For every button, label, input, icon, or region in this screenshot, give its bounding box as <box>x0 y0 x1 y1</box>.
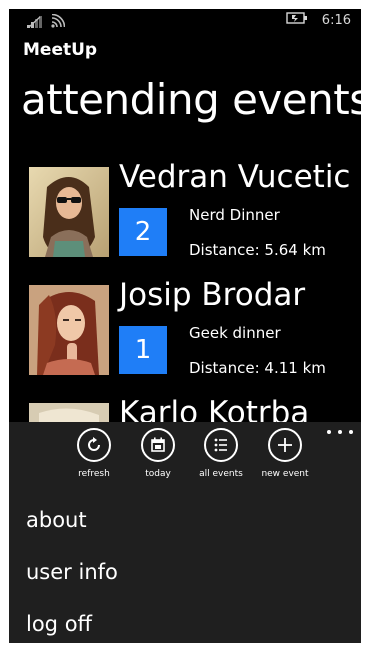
avatar <box>29 285 109 375</box>
attendee-count-tile: 1 <box>119 326 167 374</box>
event-distance: Distance: 4.11 km <box>189 359 326 377</box>
add-icon <box>268 428 302 462</box>
status-time: 6:16 <box>321 12 351 28</box>
list-item[interactable]: Vedran Vucetic 2 Nerd Dinner Distance: 5… <box>9 159 361 279</box>
today-button[interactable]: today <box>127 428 189 479</box>
page-title: attending events <box>21 75 361 124</box>
all-events-label: all events <box>199 469 243 479</box>
menu-item-user-info[interactable]: user info <box>26 560 118 584</box>
event-distance: Distance: 5.64 km <box>189 241 326 259</box>
menu-item-about[interactable]: about <box>26 508 87 532</box>
status-bar: 6:16 <box>9 9 361 31</box>
wifi-icon <box>51 13 66 32</box>
all-events-button[interactable]: all events <box>190 428 252 479</box>
signal-icon <box>27 13 43 32</box>
event-name: Josip Brodar <box>119 277 306 313</box>
new-event-button[interactable]: new event <box>254 428 316 479</box>
avatar <box>29 167 109 257</box>
phone-screen: 6:16 MeetUp attending events Vedran Vuce… <box>9 9 361 643</box>
app-title: MeetUp <box>23 40 98 60</box>
event-type: Nerd Dinner <box>189 206 280 224</box>
calendar-icon <box>141 428 175 462</box>
status-right: 6:16 <box>286 12 351 28</box>
status-left <box>27 13 66 32</box>
app-bar: refresh today all events new event about… <box>9 422 361 643</box>
refresh-button[interactable]: refresh <box>63 428 125 479</box>
ellipsis-icon[interactable] <box>327 426 353 438</box>
event-type: Geek dinner <box>189 324 281 342</box>
app-bar-buttons: refresh today all events new event <box>9 422 361 494</box>
refresh-label: refresh <box>78 469 110 479</box>
refresh-icon <box>77 428 111 462</box>
event-name: Vedran Vucetic <box>119 159 351 195</box>
list-icon <box>204 428 238 462</box>
attendee-count-tile: 2 <box>119 208 167 256</box>
menu-item-log-off[interactable]: log off <box>26 612 92 636</box>
list-item[interactable]: Josip Brodar 1 Geek dinner Distance: 4.1… <box>9 277 361 397</box>
new-event-label: new event <box>261 469 309 479</box>
battery-icon <box>286 12 308 28</box>
today-label: today <box>145 469 171 479</box>
